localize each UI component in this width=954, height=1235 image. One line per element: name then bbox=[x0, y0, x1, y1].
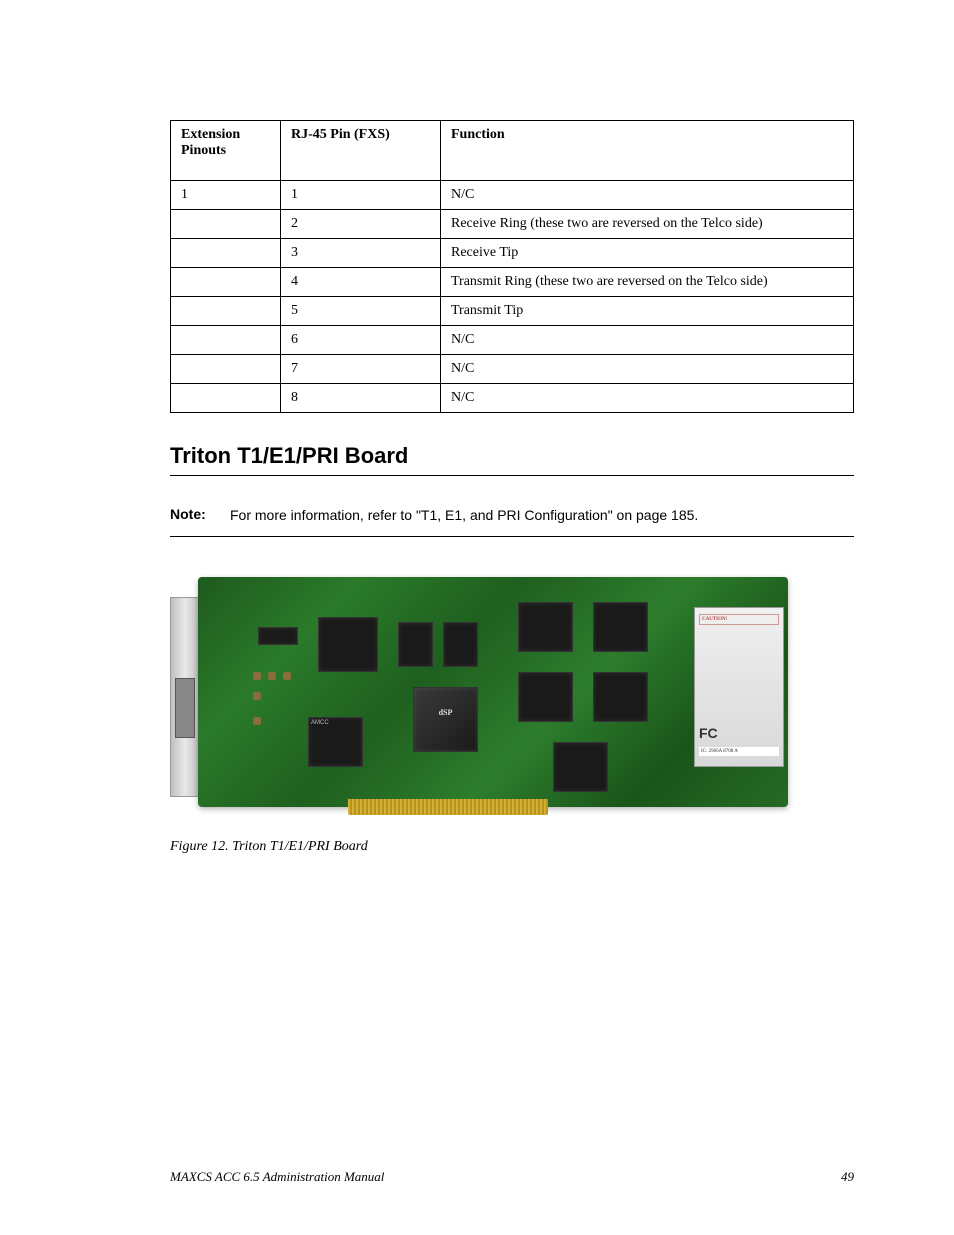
cell: Transmit Ring (these two are reversed on… bbox=[441, 268, 854, 297]
pcb-icon: dSP AMCC CAUTION! FC IC: 2966A 8708 A bbox=[198, 577, 788, 807]
cell bbox=[171, 297, 281, 326]
chip-icon bbox=[593, 602, 648, 652]
cell bbox=[171, 268, 281, 297]
chip-icon bbox=[518, 602, 573, 652]
cell bbox=[171, 239, 281, 268]
table-row: 8 N/C bbox=[171, 384, 854, 413]
chip-icon bbox=[398, 622, 433, 667]
cell: 8 bbox=[281, 384, 441, 413]
cell bbox=[171, 355, 281, 384]
cell: Transmit Tip bbox=[441, 297, 854, 326]
chip-icon bbox=[553, 742, 608, 792]
page-footer: MAXCS ACC 6.5 Administration Manual 49 bbox=[170, 1169, 854, 1185]
cell bbox=[171, 210, 281, 239]
cell: 4 bbox=[281, 268, 441, 297]
cell bbox=[171, 326, 281, 355]
cell: 1 bbox=[281, 181, 441, 210]
section-heading: Triton T1/E1/PRI Board bbox=[170, 443, 854, 476]
capacitor-icon bbox=[253, 692, 261, 700]
note-text: For more information, refer to "T1, E1, … bbox=[230, 506, 854, 526]
chip-icon bbox=[518, 672, 573, 722]
table-header-row: Extension Pinouts RJ-45 Pin (FXS) Functi… bbox=[171, 121, 854, 181]
cell: 7 bbox=[281, 355, 441, 384]
chip-icon: AMCC bbox=[308, 717, 363, 767]
cell bbox=[171, 384, 281, 413]
th-function: Function bbox=[441, 121, 854, 181]
cell: Receive Tip bbox=[441, 239, 854, 268]
port-icon bbox=[175, 678, 195, 738]
figure-caption: Figure 12. Triton T1/E1/PRI Board bbox=[170, 839, 854, 855]
pci-edge-connector-icon bbox=[348, 799, 548, 815]
capacitor-icon bbox=[253, 717, 261, 725]
cell: N/C bbox=[441, 181, 854, 210]
table-row: 4 Transmit Ring (these two are reversed … bbox=[171, 268, 854, 297]
table-row: 3 Receive Tip bbox=[171, 239, 854, 268]
table-row: 2 Receive Ring (these two are reversed o… bbox=[171, 210, 854, 239]
footer-page-number: 49 bbox=[841, 1169, 854, 1185]
chip-icon bbox=[318, 617, 378, 672]
pinout-table: Extension Pinouts RJ-45 Pin (FXS) Functi… bbox=[170, 120, 854, 413]
th-extension-pinouts: Extension Pinouts bbox=[171, 121, 281, 181]
cell: N/C bbox=[441, 355, 854, 384]
cell: N/C bbox=[441, 326, 854, 355]
footer-title: MAXCS ACC 6.5 Administration Manual bbox=[170, 1169, 384, 1185]
table-row: 7 N/C bbox=[171, 355, 854, 384]
th-rj45-pin: RJ-45 Pin (FXS) bbox=[281, 121, 441, 181]
table-row: 6 N/C bbox=[171, 326, 854, 355]
table-row: 1 1 N/C bbox=[171, 181, 854, 210]
cell: 1 bbox=[171, 181, 281, 210]
capacitor-icon bbox=[253, 672, 261, 680]
chip-icon bbox=[443, 622, 478, 667]
chip-icon bbox=[258, 627, 298, 645]
capacitor-icon bbox=[283, 672, 291, 680]
cell: 6 bbox=[281, 326, 441, 355]
chip-icon bbox=[593, 672, 648, 722]
board-photo: dSP AMCC CAUTION! FC IC: 2966A 8708 A bbox=[170, 567, 798, 827]
dsp-chip-icon: dSP bbox=[413, 687, 478, 752]
note-block: Note: For more information, refer to "T1… bbox=[170, 506, 854, 537]
cell: 3 bbox=[281, 239, 441, 268]
pci-bracket-icon bbox=[170, 597, 200, 797]
cell: Receive Ring (these two are reversed on … bbox=[441, 210, 854, 239]
capacitor-icon bbox=[268, 672, 276, 680]
cell: 5 bbox=[281, 297, 441, 326]
note-label: Note: bbox=[170, 506, 230, 526]
daughter-module-icon: CAUTION! FC IC: 2966A 8708 A bbox=[694, 607, 784, 767]
table-row: 5 Transmit Tip bbox=[171, 297, 854, 326]
cell: N/C bbox=[441, 384, 854, 413]
cell: 2 bbox=[281, 210, 441, 239]
